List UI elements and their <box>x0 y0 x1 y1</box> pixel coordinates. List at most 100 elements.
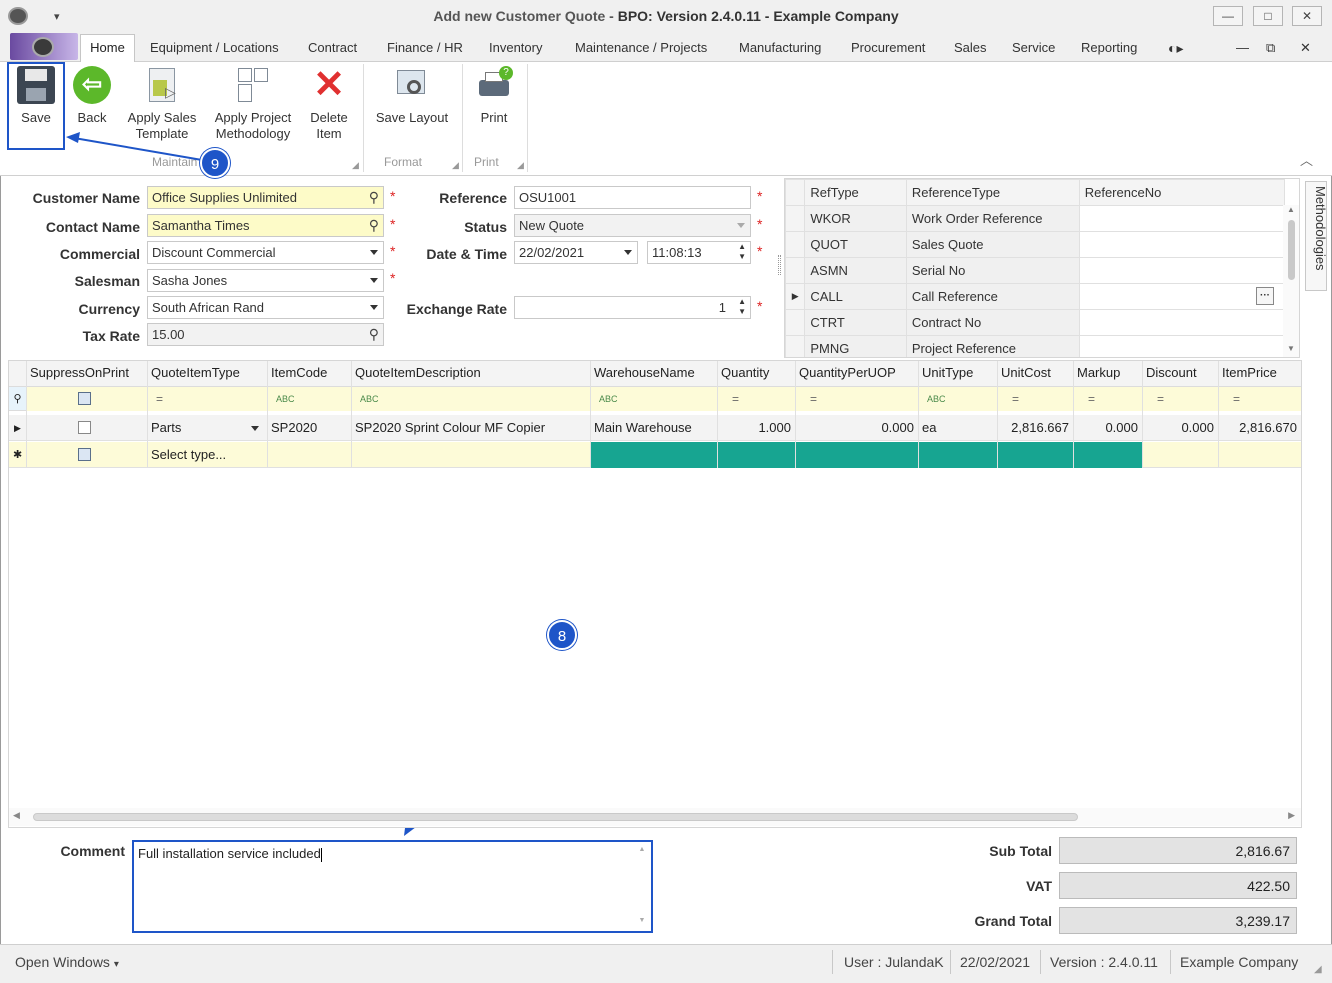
column-header[interactable]: QuoteItemType <box>147 360 267 386</box>
column-header[interactable]: UnitType <box>918 360 997 386</box>
column-header[interactable]: UnitCost <box>997 360 1073 386</box>
customer-name-field[interactable]: Office Supplies Unlimited ⚲ <box>147 186 384 209</box>
date-picker[interactable]: 22/02/2021 <box>514 241 638 264</box>
ref-no-cell[interactable] <box>1078 231 1286 258</box>
scroll-down-icon[interactable]: ▼ <box>1283 344 1299 353</box>
scroll-left-icon[interactable]: ◀ <box>13 810 20 821</box>
spinner-icon[interactable]: ▲ ▼ <box>738 297 746 317</box>
item-code-cell[interactable]: SP2020 <box>267 415 351 441</box>
filter-pin-icon[interactable]: ⚲ <box>9 386 26 412</box>
filter-equals[interactable]: = <box>1153 386 1168 412</box>
ref-cell[interactable]: ASMN <box>804 257 907 284</box>
filter-equals[interactable]: = <box>1229 386 1244 412</box>
ref-cell[interactable]: Sales Quote <box>905 231 1080 258</box>
select-type-cell[interactable]: Select type... <box>147 442 267 468</box>
chevron-down-icon <box>370 305 378 310</box>
qty-per-uop-cell[interactable]: 0.000 <box>795 415 918 441</box>
ref-cell[interactable]: QUOT <box>804 231 907 258</box>
column-header[interactable]: ItemPrice <box>1218 360 1301 386</box>
chevron-down-icon: ▾ <box>113 959 119 970</box>
exchange-rate-spinner[interactable]: 1 ▲ ▼ <box>514 296 751 319</box>
warehouse-cell[interactable]: Main Warehouse <box>590 415 717 441</box>
currency-label: Currency <box>78 301 140 317</box>
ref-cell[interactable]: WKOR <box>804 205 907 232</box>
column-header[interactable]: Quantity <box>717 360 795 386</box>
scroll-up-icon[interactable]: ▲ <box>1283 205 1299 214</box>
column-header[interactable]: QuoteItemDescription <box>351 360 590 386</box>
reference-field[interactable]: OSU1001 <box>514 186 751 209</box>
column-header[interactable]: WarehouseName <box>590 360 717 386</box>
filter-equals[interactable]: = <box>152 386 167 412</box>
ref-no-cell[interactable] <box>1078 335 1286 357</box>
column-header[interactable]: QuantityPerUOP <box>795 360 918 386</box>
methodologies-side-tab[interactable]: Methodologies <box>1305 181 1328 291</box>
ref-cell[interactable]: Project Reference <box>905 335 1080 357</box>
items-horizontal-scrollbar[interactable]: ◀ ▶ <box>9 808 1301 826</box>
filter-text-icon[interactable]: ABC <box>595 386 622 412</box>
status-label: Status <box>464 219 507 235</box>
ref-cell[interactable]: CTRT <box>804 309 907 336</box>
filter-checkbox[interactable] <box>78 392 91 405</box>
ref-no-cell[interactable] <box>1078 257 1286 284</box>
tax-rate-field[interactable]: 15.00 ⚲ <box>147 323 384 346</box>
grid-header[interactable]: RefType <box>804 179 907 206</box>
currency-select[interactable]: South African Rand <box>147 296 384 319</box>
suppress-on-print-checkbox[interactable] <box>78 421 91 434</box>
comment-scrollbar[interactable]: ▲ ▼ <box>636 846 648 928</box>
resize-grip-icon[interactable]: ◢ <box>1314 964 1322 975</box>
sub-total-field: 2,816.67 <box>1059 837 1297 864</box>
status-select[interactable]: New Quote <box>514 214 751 237</box>
item-description-cell[interactable]: SP2020 Sprint Colour MF Copier <box>351 415 590 441</box>
filter-equals[interactable]: = <box>806 386 821 412</box>
column-header[interactable]: SuppressOnPrint <box>26 360 147 386</box>
ref-cell[interactable]: Serial No <box>905 257 1080 284</box>
search-icon[interactable]: ⚲ <box>369 189 379 206</box>
commercial-select[interactable]: Discount Commercial <box>147 241 384 264</box>
item-price-cell[interactable]: 2,816.670 <box>1218 415 1301 441</box>
ref-no-cell[interactable] <box>1078 309 1286 336</box>
quantity-cell[interactable]: 1.000 <box>717 415 795 441</box>
filter-text-icon[interactable]: ABC <box>923 386 950 412</box>
ref-cell[interactable]: Call Reference <box>905 283 1080 310</box>
column-header[interactable]: Markup <box>1073 360 1142 386</box>
filter-text-icon[interactable]: ABC <box>356 386 383 412</box>
unit-cost-cell[interactable]: 2,816.667 <box>997 415 1073 441</box>
splitter-handle[interactable] <box>778 255 781 275</box>
ref-cell[interactable]: PMNG <box>804 335 907 357</box>
ref-cell[interactable]: CALL <box>804 283 907 310</box>
required-marker: * <box>390 216 396 232</box>
filter-text-icon[interactable]: ABC <box>272 386 299 412</box>
markup-cell[interactable]: 0.000 <box>1073 415 1142 441</box>
filter-equals[interactable]: = <box>1008 386 1023 412</box>
grid-header[interactable]: ReferenceNo <box>1078 179 1286 206</box>
new-row-checkbox[interactable] <box>78 448 91 461</box>
scroll-thumb[interactable] <box>33 813 1078 821</box>
discount-cell[interactable]: 0.000 <box>1142 415 1218 441</box>
grid-header[interactable]: ReferenceType <box>905 179 1080 206</box>
filter-equals[interactable]: = <box>728 386 743 412</box>
scroll-thumb[interactable] <box>1287 220 1295 280</box>
ref-cell[interactable]: Work Order Reference <box>905 205 1080 232</box>
contact-name-field[interactable]: Samantha Times ⚲ <box>147 214 384 237</box>
filter-equals[interactable]: = <box>1084 386 1099 412</box>
ref-no-cell[interactable] <box>1078 205 1286 232</box>
status-user: User : JulandaK <box>844 954 944 970</box>
salesman-select[interactable]: Sasha Jones <box>147 269 384 292</box>
status-separator <box>1170 950 1171 974</box>
open-windows-button[interactable]: Open Windows ▾ <box>15 954 119 970</box>
ref-cell[interactable]: Contract No <box>905 309 1080 336</box>
ref-no-cell[interactable]: ··· <box>1078 283 1286 310</box>
spinner-icon[interactable]: ▲ ▼ <box>738 242 746 262</box>
unit-type-cell[interactable]: ea <box>918 415 997 441</box>
item-type-select[interactable]: Parts <box>147 415 267 441</box>
scroll-right-icon[interactable]: ▶ <box>1288 810 1295 821</box>
ellipsis-button[interactable]: ··· <box>1256 287 1274 305</box>
column-header[interactable]: ItemCode <box>267 360 351 386</box>
search-icon[interactable]: ⚲ <box>369 217 379 234</box>
ref-grid-scrollbar[interactable]: ▲ ▼ <box>1283 205 1299 357</box>
status-version: Version : 2.4.0.11 <box>1050 954 1158 970</box>
column-header[interactable]: Discount <box>1142 360 1218 386</box>
comment-textarea[interactable]: Full installation service included ▲ ▼ <box>132 840 653 933</box>
search-icon[interactable]: ⚲ <box>369 326 379 343</box>
time-spinner[interactable]: 11:08:13 ▲ ▼ <box>647 241 751 264</box>
